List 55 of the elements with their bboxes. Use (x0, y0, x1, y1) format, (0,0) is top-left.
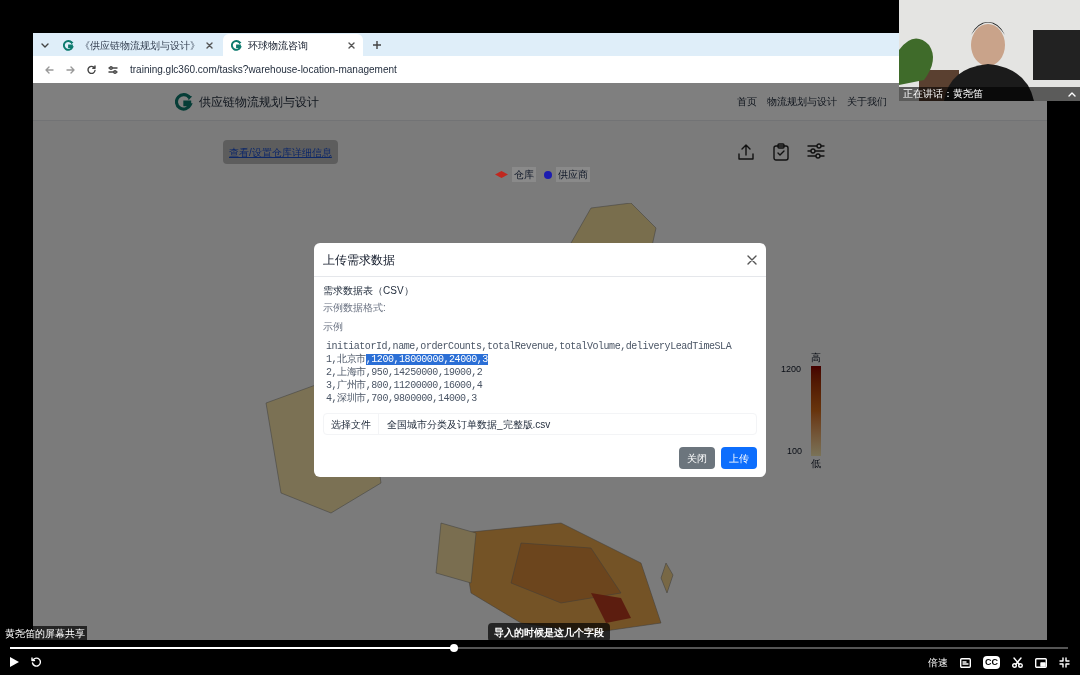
clipboard-icon[interactable] (773, 143, 789, 161)
captions-button[interactable]: CC (983, 655, 1000, 670)
subtitles-icon[interactable] (960, 657, 971, 668)
replay-icon[interactable] (31, 657, 41, 667)
collapse-icon[interactable] (1068, 91, 1076, 97)
logo-icon (63, 39, 74, 51)
scale-value: 100 (787, 447, 803, 456)
field-label: 需求数据表（CSV） (323, 284, 415, 298)
code-text: 1,北京市 (326, 354, 366, 365)
progress-handle[interactable] (450, 644, 459, 652)
play-icon[interactable] (10, 657, 19, 667)
exit-fullscreen-icon[interactable] (1059, 657, 1070, 668)
picture-in-picture-icon[interactable] (1035, 657, 1047, 668)
upload-icon[interactable] (737, 143, 755, 161)
legend-label: 仓库 (512, 167, 536, 182)
site-settings-icon[interactable] (108, 65, 118, 74)
code-text: 4,深圳市,700,9800000,14000,3 (326, 393, 477, 404)
speaker-label: 正在讲话：黄尧笛 (903, 89, 983, 99)
settings-icon[interactable] (807, 143, 825, 159)
dialog-title: 上传需求数据 (323, 251, 395, 269)
scale-label: 高 (811, 353, 821, 363)
subtitle: 导入的时候是这几个字段 (488, 623, 610, 642)
code-text: 2,上海市,950,14250000,19000,2 (326, 367, 483, 378)
new-tab-icon[interactable] (373, 41, 381, 49)
browser-tab[interactable]: 环球物流咨询 (223, 34, 363, 56)
browser-tab[interactable]: 《供应链物流规划与设计》 (55, 34, 221, 56)
dialog-button[interactable]: 上传 (721, 447, 757, 469)
reload-icon[interactable] (87, 65, 96, 74)
scissors-icon[interactable] (1012, 657, 1023, 668)
nav-link[interactable]: 物流规划与设计 (767, 94, 837, 109)
example-label: 示例 (323, 320, 344, 334)
legend-label: 供应商 (556, 167, 590, 182)
nav-link[interactable]: 关于我们 (847, 94, 887, 109)
scale-value: 1200 (781, 365, 802, 374)
share-label: 黄尧笛的屏幕共享 (3, 626, 87, 641)
close-icon[interactable] (206, 41, 213, 49)
close-icon[interactable] (747, 254, 757, 265)
forward-icon[interactable] (66, 65, 75, 74)
back-icon[interactable] (45, 65, 54, 74)
format-label: 示例数据格式: (323, 301, 387, 315)
speed-button[interactable]: 倍速 (928, 655, 948, 670)
file-input[interactable]: 选择文件 全国城市分类及订单数据_完整版.csv (323, 413, 757, 435)
code-text: initiatorId,name,orderCounts,totalRevenue,totalVolume,deliveryLeadTimeSLA (326, 341, 732, 352)
chevron-down-icon[interactable] (41, 42, 49, 48)
address-field[interactable]: training.glc360.com/tasks?warehouse-location-management (130, 62, 397, 77)
file-button[interactable]: 选择文件 (324, 414, 379, 434)
nav-link[interactable]: 首页 (737, 94, 757, 109)
logo-icon (231, 39, 242, 51)
site-title: 供应链物流规划与设计 (199, 93, 319, 111)
code-text: 3,广州市,800,11200000,16000,4 (326, 380, 483, 391)
close-icon[interactable] (348, 41, 355, 49)
file-name: 全国城市分类及订单数据_完整版.csv (387, 417, 551, 432)
scale-label: 低 (811, 459, 821, 469)
dialog-button[interactable]: 关闭 (679, 447, 715, 469)
logo-icon (175, 92, 193, 111)
